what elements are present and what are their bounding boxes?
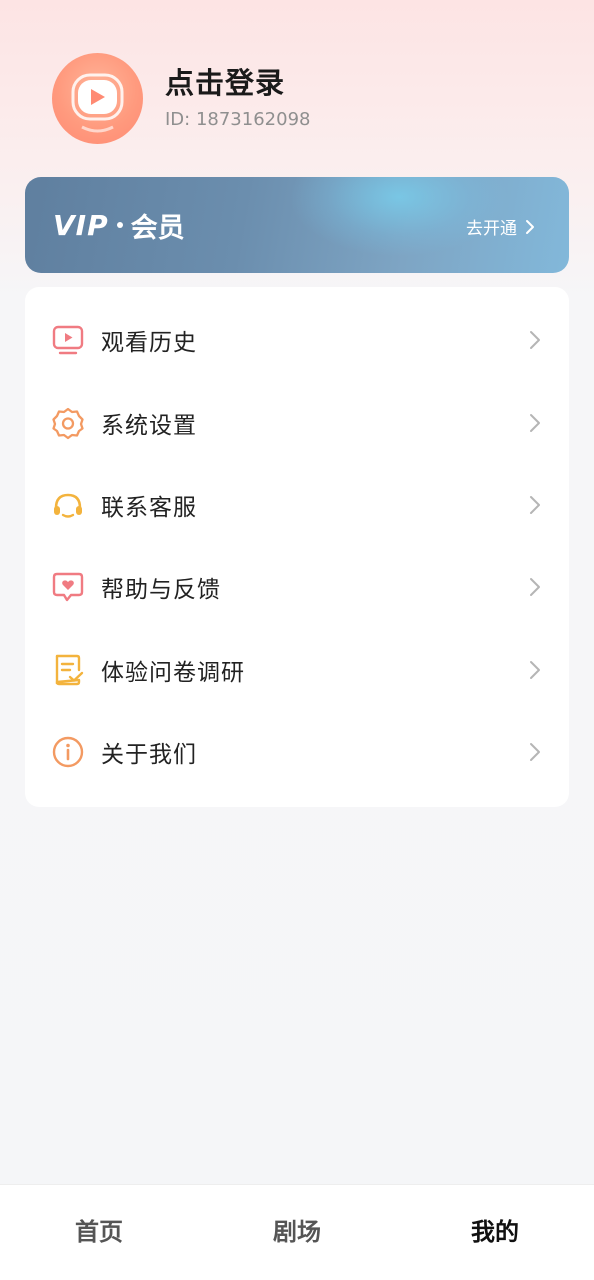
heart-chat-icon (52, 572, 84, 602)
vip-member-text: 会员 (130, 212, 185, 244)
tv-history-icon (52, 325, 84, 355)
survey-icon (55, 654, 84, 686)
menu-label: 联系客服 (101, 495, 197, 521)
vip-activate-button[interactable]: 去开通 (466, 214, 535, 239)
vip-separator-dot (116, 222, 123, 228)
bottom-nav: 首页 剧场 我的 (0, 1184, 594, 1280)
menu-item-survey[interactable]: 体验问卷调研 (25, 629, 569, 711)
menu-card: 观看历史 系统设置 联系客服 帮助与反馈 体验问卷调研 关于我们 (25, 287, 569, 807)
headset-icon (54, 493, 82, 518)
menu-item-help-feedback[interactable]: 帮助与反馈 (25, 546, 569, 628)
vip-logo-text: VIP (53, 208, 109, 242)
profile-header[interactable]: 点击登录 ID: 1873162098 (52, 52, 532, 144)
chevron-right-icon (530, 743, 540, 761)
chevron-right-icon (530, 414, 540, 432)
login-prompt[interactable]: 点击登录 (165, 65, 310, 101)
menu-item-customer-service[interactable]: 联系客服 (25, 464, 569, 546)
chevron-right-icon (530, 331, 540, 349)
chevron-right-icon (526, 219, 534, 234)
menu-item-watch-history[interactable]: 观看历史 (25, 299, 569, 381)
menu-label: 观看历史 (101, 330, 197, 356)
chevron-right-icon (530, 496, 540, 514)
tab-home[interactable]: 首页 (49, 1215, 149, 1249)
chevron-right-icon (530, 578, 540, 596)
vip-logo: VIP 会员 (53, 207, 185, 244)
tab-theater[interactable]: 剧场 (247, 1215, 347, 1249)
chevron-right-icon (530, 661, 540, 679)
menu-label: 体验问卷调研 (101, 660, 245, 686)
avatar[interactable] (52, 52, 143, 144)
gear-icon (52, 407, 84, 440)
user-id: ID: 1873162098 (165, 109, 311, 130)
menu-item-about-us[interactable]: 关于我们 (25, 711, 569, 793)
vip-activate-label: 去开通 (466, 219, 517, 239)
menu-label: 系统设置 (101, 413, 197, 439)
menu-item-system-settings[interactable]: 系统设置 (25, 382, 569, 464)
play-tv-avatar-icon (71, 73, 124, 132)
tab-mine[interactable]: 我的 (445, 1215, 545, 1249)
vip-banner[interactable]: VIP 会员 去开通 (25, 177, 569, 273)
info-icon (52, 736, 84, 768)
menu-label: 关于我们 (101, 742, 197, 768)
menu-label: 帮助与反馈 (101, 577, 221, 603)
